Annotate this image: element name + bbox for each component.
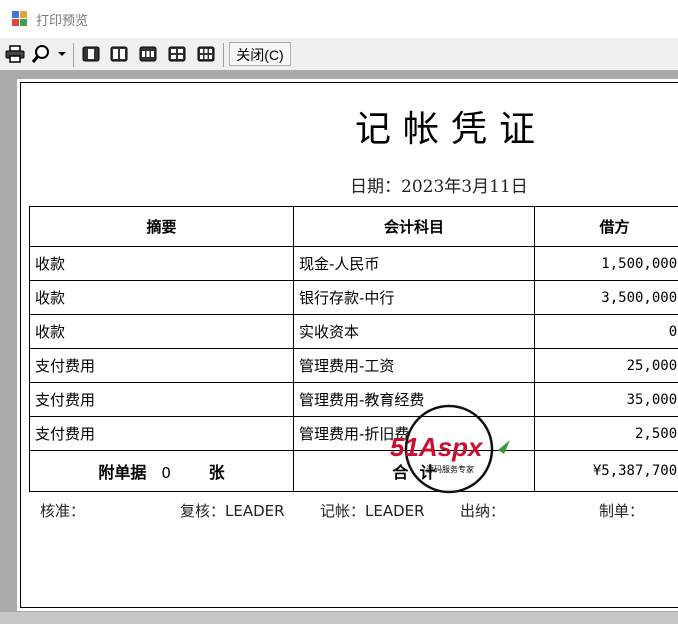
row-debit: 35,000.0 bbox=[534, 382, 678, 417]
table-row: 收款 现金-人民币 1,500,000.0 bbox=[29, 246, 678, 281]
header-account: 会计科目 bbox=[293, 206, 535, 247]
zoom-button[interactable] bbox=[30, 43, 52, 65]
row-account: 现金-人民币 bbox=[293, 246, 535, 281]
six-pages-button[interactable] bbox=[195, 43, 217, 65]
review-value: LEADER bbox=[225, 502, 285, 520]
two-pages-icon bbox=[110, 46, 128, 62]
approve-field: 核准： bbox=[40, 500, 85, 520]
approve-label: 核准： bbox=[40, 502, 86, 520]
zoom-dropdown[interactable] bbox=[55, 43, 69, 65]
four-pages-icon bbox=[168, 46, 186, 62]
table-row: 支付费用 管理费用-工资 25,000.0 bbox=[29, 348, 678, 383]
cashier-field: 出纳： bbox=[460, 500, 505, 520]
row-desc: 收款 bbox=[29, 246, 294, 281]
toolbar-separator bbox=[223, 43, 224, 67]
row-account: 实收资本 bbox=[293, 314, 535, 349]
row-desc: 支付费用 bbox=[29, 416, 294, 451]
watermark-logo: 51Aspx 源码服务专家 bbox=[386, 402, 512, 496]
app-icon bbox=[12, 11, 27, 26]
watermark-brand: 51Aspx bbox=[390, 432, 484, 462]
row-account: 银行存款-中行 bbox=[293, 280, 535, 315]
title-bar: 打印预览 bbox=[0, 0, 678, 38]
attachment-cell: 附单据 0 张 bbox=[29, 450, 294, 492]
voucher-title: 记帐凭证 bbox=[355, 109, 548, 150]
chevron-down-icon bbox=[58, 52, 66, 56]
row-debit: 0.0 bbox=[534, 314, 678, 349]
row-account: 管理费用-工资 bbox=[293, 348, 535, 383]
three-pages-icon bbox=[139, 46, 157, 62]
table-row: 收款 银行存款-中行 3,500,000.0 bbox=[29, 280, 678, 315]
preview-toolbar bbox=[0, 38, 678, 71]
attach-label: 附单据 bbox=[98, 463, 147, 482]
cashier-label: 出纳： bbox=[460, 502, 506, 520]
maker-label: 制单： bbox=[599, 502, 645, 520]
preview-scroll-area[interactable] bbox=[0, 612, 678, 624]
two-pages-button[interactable] bbox=[108, 43, 130, 65]
book-field: 记帐：LEADER bbox=[320, 500, 425, 520]
close-button[interactable]: 关闭(C) bbox=[229, 42, 291, 66]
table-header-row: 摘要 会计科目 借方 bbox=[29, 206, 678, 247]
row-desc: 支付费用 bbox=[29, 348, 294, 383]
row-desc: 收款 bbox=[29, 280, 294, 315]
toolbar-separator bbox=[73, 43, 74, 67]
four-pages-button[interactable] bbox=[166, 43, 188, 65]
book-value: LEADER bbox=[365, 502, 425, 520]
date-value: 2023年3月11日 bbox=[401, 177, 528, 197]
row-desc: 支付费用 bbox=[29, 382, 294, 417]
review-label: 复核： bbox=[180, 502, 226, 520]
date-label: 日期： bbox=[350, 177, 401, 197]
one-page-icon bbox=[82, 46, 100, 62]
attach-count: 0 bbox=[161, 464, 171, 482]
table-row: 支付费用 管理费用-教育经费 35,000.0 bbox=[29, 382, 678, 417]
book-label: 记帐： bbox=[320, 502, 366, 520]
total-row: 附单据 0 张 合 计 ¥5,387,700.0 bbox=[29, 450, 678, 492]
row-debit: 3,500,000.0 bbox=[534, 280, 678, 315]
review-field: 复核：LEADER bbox=[180, 500, 285, 520]
maker-field: 制单： bbox=[599, 500, 644, 520]
three-pages-button[interactable] bbox=[137, 43, 159, 65]
watermark-tagline: 源码服务专家 bbox=[426, 464, 474, 474]
attach-unit: 张 bbox=[208, 463, 225, 482]
table-row: 支付费用 管理费用-折旧费 2,500.0 bbox=[29, 416, 678, 451]
printer-icon bbox=[5, 45, 25, 63]
six-pages-icon bbox=[197, 46, 215, 62]
zoom-icon bbox=[31, 45, 49, 63]
table-row: 收款 实收资本 0.0 bbox=[29, 314, 678, 349]
row-debit: 25,000.0 bbox=[534, 348, 678, 383]
print-button[interactable] bbox=[4, 43, 26, 65]
voucher-table: 摘要 会计科目 借方 收款 现金-人民币 1,500,000.0 收款 银行存款… bbox=[29, 206, 678, 492]
row-debit: 2,500.0 bbox=[534, 416, 678, 451]
row-debit: 1,500,000.0 bbox=[534, 246, 678, 281]
voucher-date: 日期：2023年3月11日 bbox=[350, 172, 528, 197]
header-debit: 借方 bbox=[534, 206, 678, 247]
window-title: 打印预览 bbox=[36, 14, 89, 29]
row-desc: 收款 bbox=[29, 314, 294, 349]
one-page-button[interactable] bbox=[80, 43, 102, 65]
total-debit: ¥5,387,700.0 bbox=[534, 450, 678, 492]
header-summary: 摘要 bbox=[29, 206, 294, 247]
